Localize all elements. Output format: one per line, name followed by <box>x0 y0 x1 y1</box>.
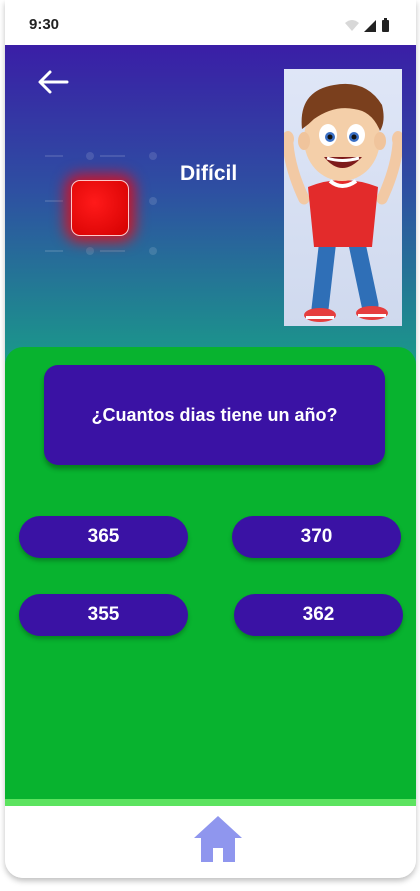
answer-option-2[interactable]: 370 <box>232 516 401 558</box>
question-card: ¿Cuantos dias tiene un año? <box>44 365 385 465</box>
wifi-icon <box>345 20 359 31</box>
bottom-navigation <box>5 799 416 878</box>
app-screen: 9:30 Difícil ¿Cuantos dias tiene un año?… <box>5 0 416 878</box>
answer-option-4[interactable]: 362 <box>234 594 403 636</box>
cartoon-boy-illustration <box>284 83 402 322</box>
status-icons <box>345 18 389 32</box>
answer-option-3[interactable]: 355 <box>19 594 188 636</box>
difficulty-label: Difícil <box>180 162 238 185</box>
battery-icon <box>382 20 389 32</box>
status-bar: 9:30 <box>5 0 416 45</box>
arrow-left-icon[interactable] <box>35 67 71 97</box>
quiz-area: ¿Cuantos dias tiene un año? 365 370 355 … <box>5 347 416 807</box>
cartoon-boy-image <box>284 69 402 326</box>
question-text: ¿Cuantos dias tiene un año? <box>91 404 338 425</box>
signal-icon <box>364 20 376 32</box>
difficulty-indicator <box>71 180 129 236</box>
answer-option-1[interactable]: 365 <box>19 516 188 558</box>
status-time: 9:30 <box>29 16 60 33</box>
header: Difícil <box>5 45 416 365</box>
home-icon[interactable] <box>192 814 244 864</box>
